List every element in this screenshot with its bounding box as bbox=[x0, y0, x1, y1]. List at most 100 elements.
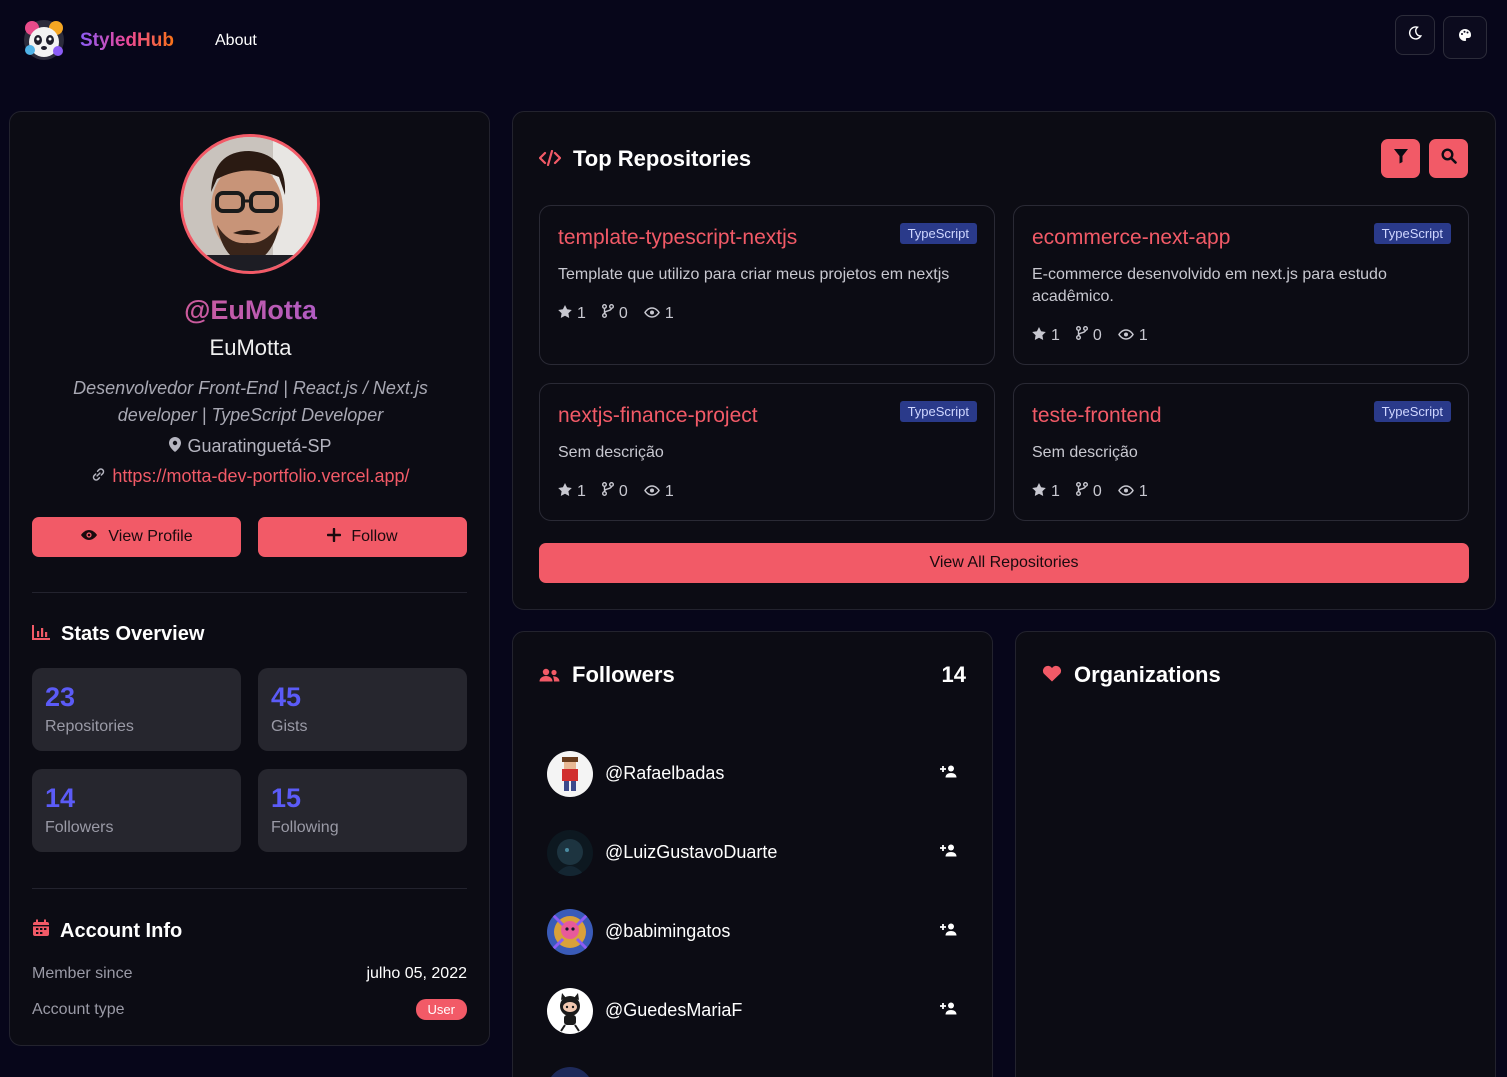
fork-count: 0 bbox=[1092, 482, 1102, 500]
star-count: 1 bbox=[1051, 326, 1060, 344]
watcher-count: 1 bbox=[664, 482, 674, 500]
follower-avatar[interactable] bbox=[547, 909, 593, 955]
watcher-count: 1 bbox=[664, 304, 674, 322]
eye-icon bbox=[80, 528, 98, 546]
repo-stats: 1 0 1 bbox=[558, 482, 674, 501]
follower-avatar[interactable] bbox=[547, 830, 593, 876]
follower-item[interactable]: @babimingatos bbox=[547, 909, 957, 955]
star-count: 1 bbox=[577, 304, 586, 322]
fork-icon bbox=[601, 304, 614, 323]
star-icon bbox=[1032, 482, 1046, 501]
repo-card[interactable]: ecommerce-next-app TypeScript E-commerce… bbox=[1013, 205, 1469, 365]
stat-repositories[interactable]: 23 Repositories bbox=[32, 668, 241, 751]
organizations-title: Organizations bbox=[1074, 662, 1221, 687]
profile-username: @EuMotta bbox=[10, 295, 491, 326]
logo-icon[interactable] bbox=[22, 18, 66, 62]
top-repositories-heading: Top Repositories bbox=[538, 146, 752, 172]
color-scheme-button[interactable] bbox=[1443, 16, 1487, 59]
heart-icon bbox=[1042, 662, 1062, 688]
profile-website-link[interactable]: https://motta-dev-portfolio.vercel.app/ bbox=[10, 466, 491, 487]
location-text: Guaratinguetá-SP bbox=[187, 436, 332, 456]
stats-overview-heading: Stats Overview bbox=[32, 623, 204, 646]
nav-about-link[interactable]: About bbox=[215, 32, 257, 50]
view-profile-label: View Profile bbox=[108, 528, 193, 545]
search-button[interactable] bbox=[1429, 139, 1468, 178]
repo-card[interactable]: template-typescript-nextjs TypeScript Te… bbox=[539, 205, 995, 365]
repo-card[interactable]: teste-frontend TypeScript Sem descrição … bbox=[1013, 383, 1469, 521]
account-info-heading: Account Info bbox=[32, 919, 182, 943]
repo-description: Sem descrição bbox=[1032, 444, 1138, 461]
profile-name: EuMotta bbox=[209, 335, 292, 360]
brand-name[interactable]: StyledHub bbox=[80, 30, 174, 52]
follower-item[interactable]: @LuizGustavoDuarte bbox=[547, 830, 957, 876]
user-plus-icon[interactable] bbox=[940, 844, 957, 862]
top-repositories-title: Top Repositories bbox=[573, 146, 752, 171]
follower-avatar[interactable] bbox=[547, 988, 593, 1034]
user-plus-icon[interactable] bbox=[940, 1002, 957, 1020]
theme-toggle-button[interactable] bbox=[1395, 15, 1435, 55]
repo-name[interactable]: nextjs-finance-project bbox=[558, 404, 758, 428]
profile-avatar[interactable] bbox=[180, 134, 320, 274]
follower-item[interactable]: @Rafaelbadas bbox=[547, 751, 957, 797]
repo-description: E-commerce desenvolvido em next.js para … bbox=[1032, 266, 1387, 305]
eye-icon bbox=[1117, 483, 1134, 501]
stat-following[interactable]: 15 Following bbox=[258, 769, 467, 852]
stat-value: 15 bbox=[271, 783, 302, 813]
follower-login[interactable]: @GuedesMariaF bbox=[605, 1000, 742, 1021]
stat-value: 14 bbox=[45, 783, 76, 813]
follower-item-partial[interactable] bbox=[547, 1067, 957, 1077]
top-repositories-card: Top Repositories template-typescript-nex… bbox=[512, 111, 1496, 610]
divider bbox=[32, 888, 467, 889]
view-all-repositories-button[interactable]: View All Repositories bbox=[539, 543, 1469, 583]
repo-name[interactable]: teste-frontend bbox=[1032, 404, 1162, 428]
follow-button[interactable]: Follow bbox=[258, 517, 467, 557]
fork-count: 0 bbox=[1092, 326, 1102, 344]
follower-avatar[interactable] bbox=[547, 1067, 593, 1077]
calendar-icon bbox=[32, 919, 50, 943]
member-since-label: Member since bbox=[32, 965, 133, 982]
account-type-row: Account type User bbox=[32, 999, 467, 1020]
repo-description: Sem descrição bbox=[558, 444, 664, 461]
repo-card[interactable]: nextjs-finance-project TypeScript Sem de… bbox=[539, 383, 995, 521]
repo-name[interactable]: ecommerce-next-app bbox=[1032, 226, 1230, 250]
star-icon bbox=[1032, 326, 1046, 345]
stat-label: Followers bbox=[45, 819, 114, 836]
map-pin-icon bbox=[169, 436, 182, 457]
profile-bio: Desenvolvedor Front-End | React.js / Nex… bbox=[73, 378, 428, 425]
moon-icon bbox=[1407, 25, 1423, 46]
repo-description: Template que utilizo para criar meus pro… bbox=[558, 266, 950, 283]
repo-stats: 1 0 1 bbox=[1032, 326, 1148, 345]
stat-gists[interactable]: 45 Gists bbox=[258, 668, 467, 751]
user-plus-icon[interactable] bbox=[940, 765, 957, 783]
repo-name[interactable]: template-typescript-nextjs bbox=[558, 226, 797, 250]
website-text[interactable]: https://motta-dev-portfolio.vercel.app/ bbox=[112, 466, 409, 487]
account-type-label: Account type bbox=[32, 1001, 125, 1018]
follower-login[interactable]: @Rafaelbadas bbox=[605, 763, 724, 784]
follower-avatar[interactable] bbox=[547, 751, 593, 797]
stat-label: Following bbox=[271, 819, 339, 836]
view-profile-button[interactable]: View Profile bbox=[32, 517, 241, 557]
filter-icon bbox=[1393, 148, 1409, 169]
users-icon bbox=[539, 662, 560, 688]
user-plus-icon[interactable] bbox=[940, 923, 957, 941]
filter-button[interactable] bbox=[1381, 139, 1420, 178]
repo-stats: 1 0 1 bbox=[558, 304, 674, 323]
profile-card: @EuMotta EuMotta Desenvolvedor Front-End… bbox=[9, 111, 490, 1046]
language-badge: TypeScript bbox=[1373, 401, 1451, 422]
follower-login[interactable]: @LuizGustavoDuarte bbox=[605, 842, 777, 863]
watcher-count: 1 bbox=[1138, 326, 1148, 344]
bar-chart-icon bbox=[32, 623, 51, 646]
follower-login[interactable]: @babimingatos bbox=[605, 921, 730, 942]
followers-count: 14 bbox=[941, 662, 966, 687]
stat-followers[interactable]: 14 Followers bbox=[32, 769, 241, 852]
fork-icon bbox=[601, 482, 614, 501]
organizations-heading: Organizations bbox=[1042, 662, 1221, 688]
fork-icon bbox=[1075, 326, 1088, 345]
code-icon bbox=[538, 146, 562, 172]
plus-icon bbox=[327, 527, 342, 547]
link-icon bbox=[91, 466, 106, 487]
follower-item[interactable]: @GuedesMariaF bbox=[547, 988, 957, 1034]
palette-icon bbox=[1458, 28, 1472, 47]
star-icon bbox=[558, 482, 572, 501]
member-since-row: Member since julho 05, 2022 bbox=[32, 965, 467, 983]
